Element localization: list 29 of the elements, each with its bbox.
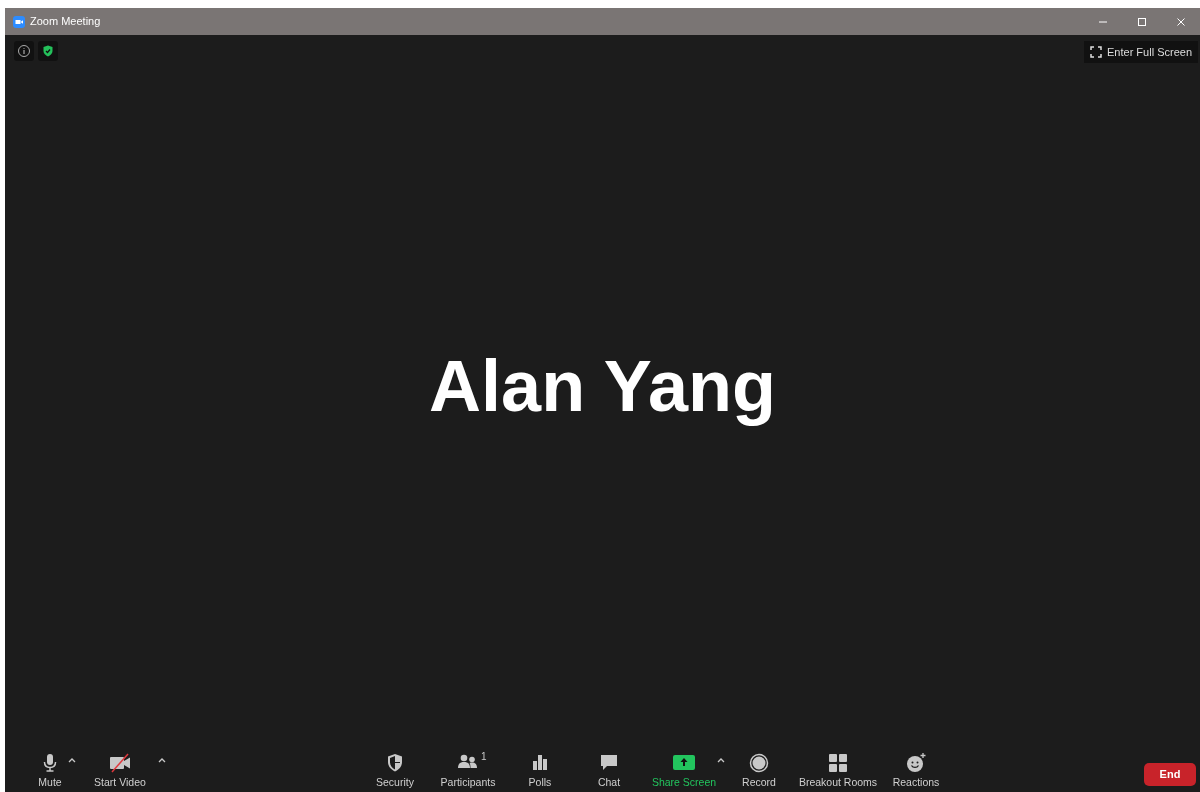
participant-name: Alan Yang [429,344,776,428]
toolbar-button[interactable]: Mute [25,750,75,791]
maximize-icon [1135,15,1148,28]
toolbar-button[interactable]: Polls [506,750,574,791]
participant-count: 1 [481,750,487,765]
toolbar-button[interactable]: Start Video [75,750,165,791]
toolbar-button[interactable]: Chat [574,750,644,791]
camera-icon [13,15,25,28]
full-screen-button[interactable]: Enter Full Screen [1084,41,1198,63]
toolbar-button[interactable]: 1 Participants [430,750,506,791]
full-screen-icon [1090,46,1102,58]
window-title: Zoom Meeting [30,14,101,30]
video-off-icon [109,752,131,775]
record-icon [748,752,770,775]
toolbar-button[interactable]: Breakout Rooms [794,750,882,791]
toolbar-button[interactable]: Record [724,750,794,791]
info-button[interactable] [14,41,34,61]
grid-icon [827,752,849,775]
end-button[interactable]: End [1144,763,1196,786]
caret-icon [68,757,76,764]
info-icon [16,43,32,59]
toolbar-button[interactable]: Security [360,750,430,791]
close-icon [1174,15,1187,28]
caret-icon [717,757,725,764]
toolbar-button[interactable]: Share Screen [644,750,724,791]
toolbar-button[interactable]: Reactions [882,750,950,791]
smiley-icon [905,752,927,775]
shield-button[interactable] [38,41,58,61]
caret-icon [158,757,166,764]
